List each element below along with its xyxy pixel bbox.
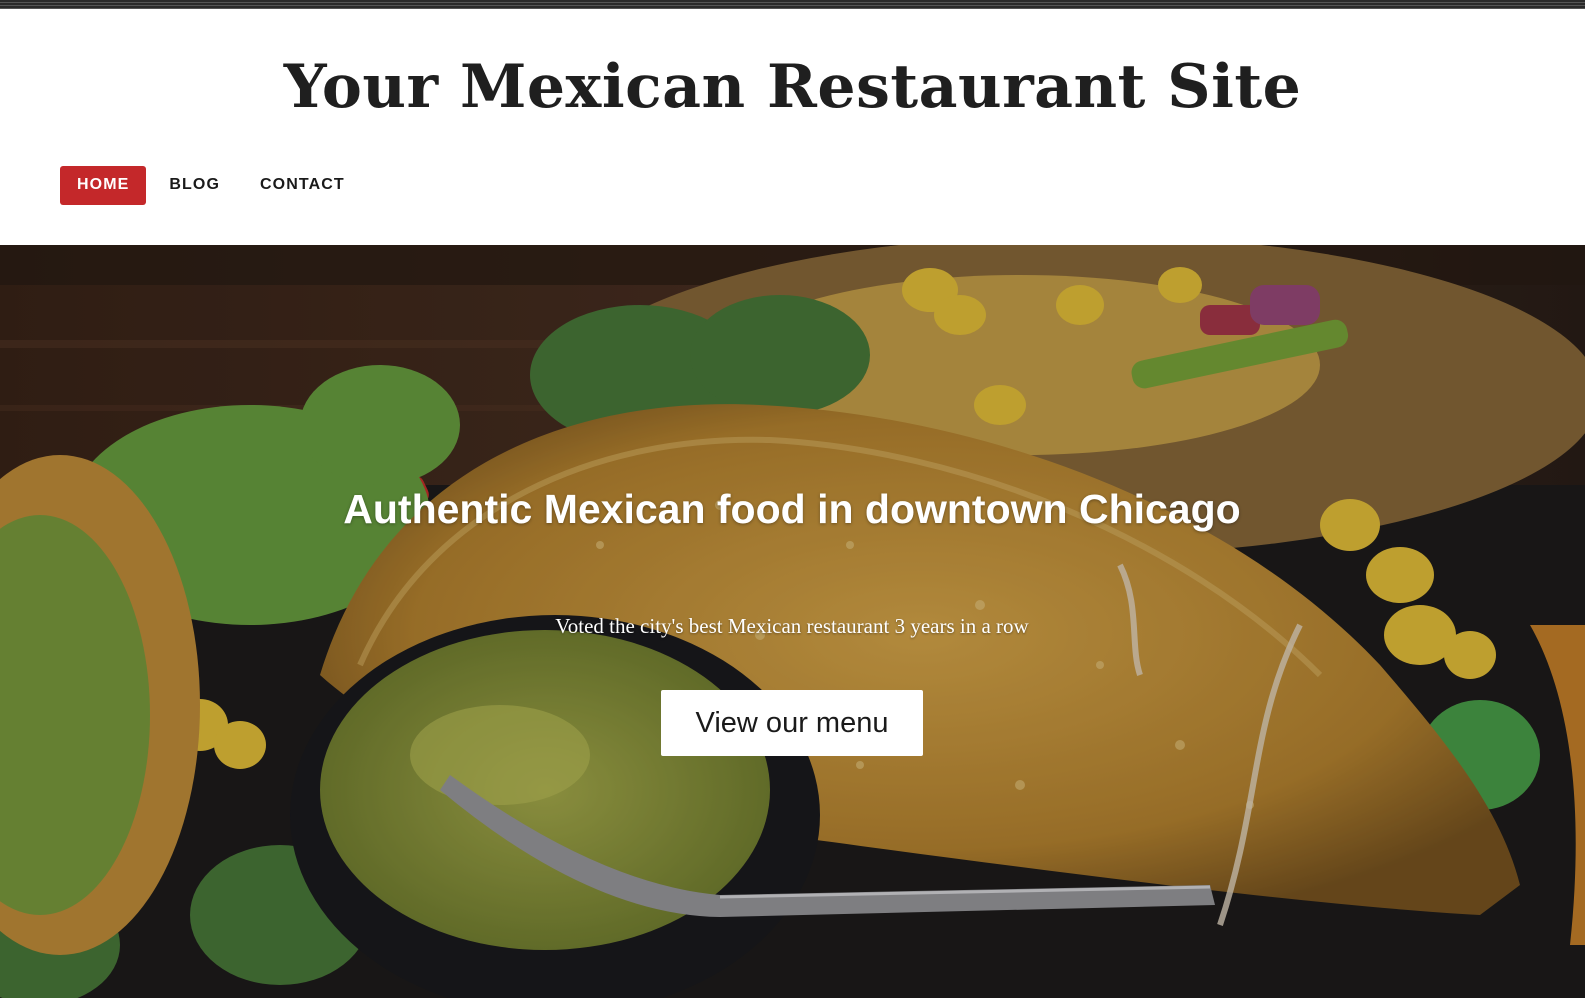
view-menu-button[interactable]: View our menu	[661, 690, 923, 756]
site-title[interactable]: Your Mexican Restaurant Site	[0, 51, 1585, 123]
site-header: Your Mexican Restaurant Site HOME BLOG C…	[0, 9, 1585, 245]
nav-item-blog[interactable]: BLOG	[152, 166, 237, 205]
nav-item-contact[interactable]: CONTACT	[243, 166, 362, 205]
hero-tagline: Voted the city's best Mexican restaurant…	[555, 614, 1029, 638]
nav-item-home[interactable]: HOME	[60, 165, 147, 205]
main-navigation: HOME BLOG CONTACT	[60, 165, 368, 205]
hero-heading: Authentic Mexican food in downtown Chica…	[343, 486, 1241, 532]
top-border-strip	[0, 0, 1585, 9]
hero-section: Authentic Mexican food in downtown Chica…	[0, 245, 1585, 998]
